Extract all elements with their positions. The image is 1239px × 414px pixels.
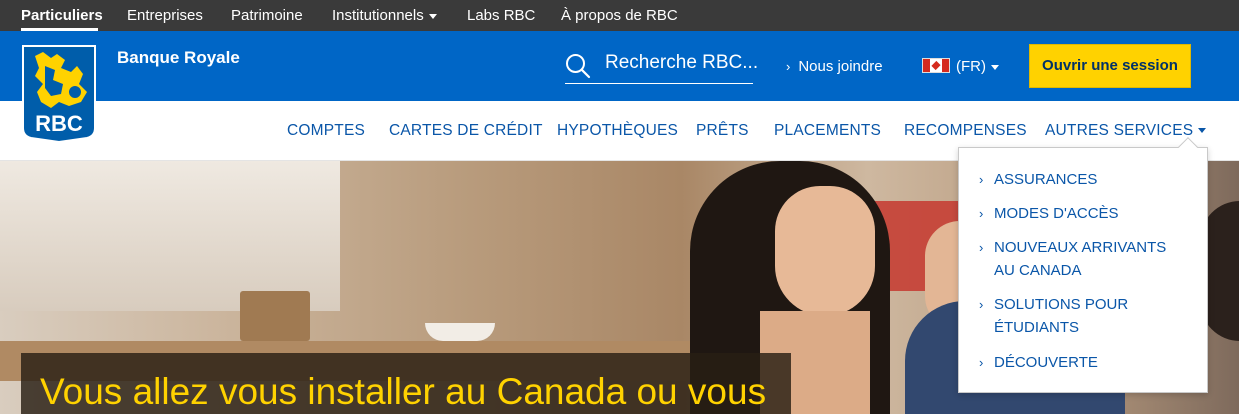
dropdown-item-modes-acces[interactable]: › MODES D'ACCÈS	[979, 202, 1199, 225]
chevron-right-icon: ›	[979, 206, 984, 221]
hero-background-basket	[240, 291, 310, 341]
dropdown-item-label: DÉCOUVERTE	[994, 354, 1098, 371]
chevron-right-icon: ›	[979, 172, 984, 187]
topbar-link-labs-rbc[interactable]: Labs RBC	[467, 0, 535, 31]
topbar-link-institutionnels[interactable]: Institutionnels	[332, 0, 437, 31]
login-button[interactable]: Ouvrir une session	[1029, 44, 1191, 88]
nav-item-autres-services-label: AUTRES SERVICES	[1045, 122, 1194, 139]
hero-background-bowl	[425, 323, 495, 341]
nav-item-autres-services[interactable]: AUTRES SERVICES	[1045, 122, 1207, 140]
topbar-link-a-propos[interactable]: À propos de RBC	[561, 0, 678, 31]
chevron-right-icon: ›	[979, 355, 984, 370]
nav-item-hypotheques[interactable]: HYPOTHÈQUES	[557, 122, 678, 140]
dropdown-item-label-line1: NOUVEAUX ARRIVANTS	[994, 239, 1167, 256]
nav-item-prets[interactable]: PRÊTS	[696, 122, 749, 140]
dropdown-item-decouverte[interactable]: › DÉCOUVERTE	[979, 351, 1199, 374]
hero-caption-text: Vous allez vous installer au Canada ou v…	[40, 371, 767, 412]
autres-services-dropdown: › ASSURANCES › MODES D'ACCÈS › NOUVEAUX …	[958, 137, 1208, 393]
search-input[interactable]: Recherche RBC...	[565, 50, 758, 84]
dropdown-item-assurances[interactable]: › ASSURANCES	[979, 168, 1199, 191]
site-header: Banque Royale Recherche RBC... › Nous joi…	[0, 31, 1239, 101]
language-label: (FR)	[956, 58, 986, 75]
logo-text: RBC	[35, 111, 83, 136]
dropdown-item-label: MODES D'ACCÈS	[994, 205, 1119, 222]
nav-item-recompenses[interactable]: RECOMPENSES	[904, 122, 1027, 140]
dropdown-item-solutions-etudiants[interactable]: › SOLUTIONS POUR ÉTUDIANTS	[979, 293, 1199, 339]
topbar-link-entreprises[interactable]: Entreprises	[127, 0, 203, 31]
search-icon	[566, 54, 591, 79]
nav-item-comptes[interactable]: COMPTES	[287, 122, 365, 140]
nav-item-cartes-de-credit[interactable]: CARTES DE CRÉDIT	[389, 122, 543, 140]
search-placeholder: Recherche RBC...	[605, 52, 759, 73]
top-utility-bar: Particuliers Entreprises Patrimoine Inst…	[0, 0, 1239, 31]
canada-flag-icon	[922, 58, 950, 73]
chevron-right-icon: ›	[979, 297, 984, 312]
chevron-right-icon: ›	[979, 240, 984, 255]
hero-person-face	[775, 186, 875, 316]
dropdown-item-label: ASSURANCES	[994, 171, 1098, 188]
hero-caption-box: Vous allez vous installer au Canada ou v…	[21, 353, 791, 414]
language-selector[interactable]: (FR)	[922, 58, 999, 75]
chevron-right-icon: ›	[786, 59, 791, 74]
caret-down-icon	[428, 13, 437, 19]
dropdown-item-nouveaux-arrivants[interactable]: › NOUVEAUX ARRIVANTS AU CANADA	[979, 236, 1199, 282]
topbar-link-particuliers[interactable]: Particuliers	[21, 0, 103, 31]
topbar-link-institutionnels-label: Institutionnels	[332, 7, 424, 24]
bank-name[interactable]: Banque Royale	[117, 48, 240, 68]
dropdown-item-label-line2: ÉTUDIANTS	[994, 319, 1080, 336]
hero-background-window	[0, 161, 340, 311]
topbar-link-patrimoine[interactable]: Patrimoine	[231, 0, 303, 31]
caret-down-icon	[1198, 128, 1207, 134]
caret-down-icon	[991, 64, 999, 70]
contact-label: Nous joindre	[798, 58, 883, 75]
dropdown-item-label-line2: AU CANADA	[994, 262, 1082, 279]
dropdown-item-label-line1: SOLUTIONS POUR	[994, 296, 1129, 313]
contact-link[interactable]: › Nous joindre	[786, 58, 883, 75]
rbc-logo[interactable]: RBC	[21, 44, 97, 142]
nav-item-placements[interactable]: PLACEMENTS	[774, 122, 881, 140]
